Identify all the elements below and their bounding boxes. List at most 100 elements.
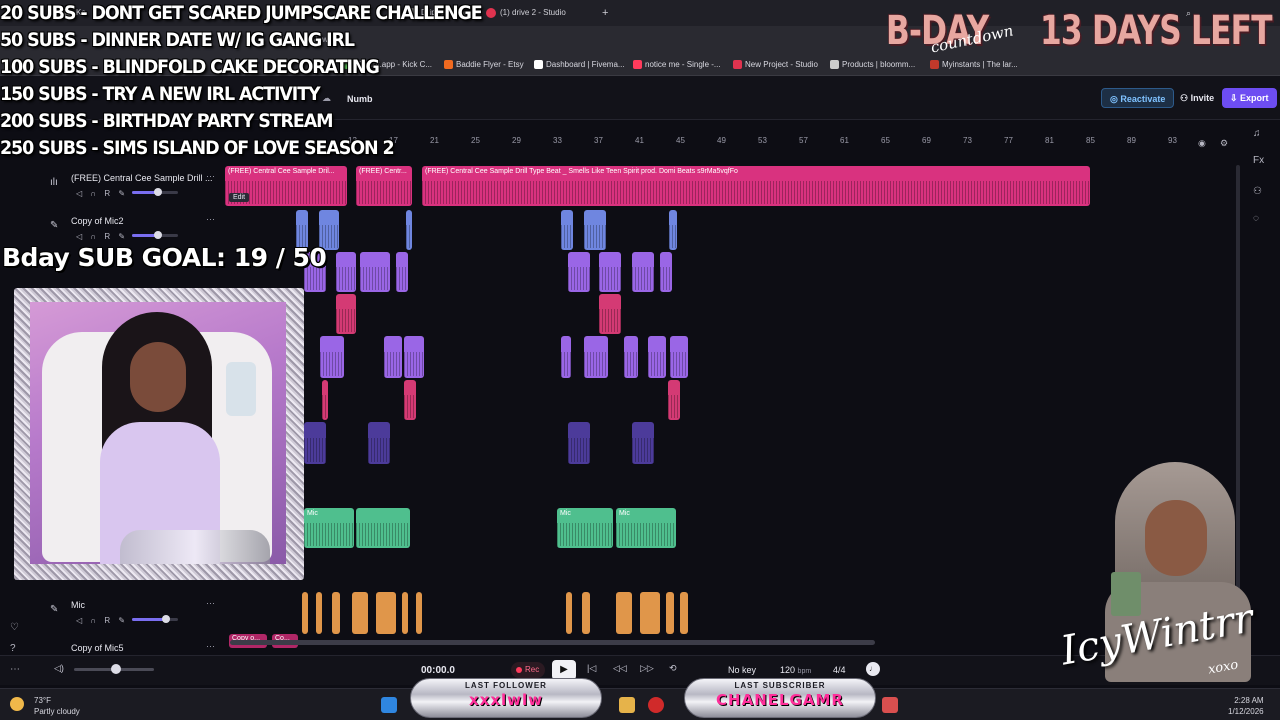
track-volume-slider[interactable] — [132, 615, 178, 623]
audio-clip[interactable]: Mic — [557, 508, 613, 548]
bookmark-item[interactable]: Products | bloomm... — [830, 60, 915, 69]
record-icon[interactable]: ◉ — [1198, 138, 1206, 149]
volume-knob[interactable] — [162, 615, 170, 623]
audio-clip[interactable] — [384, 336, 402, 378]
app-icon[interactable] — [882, 697, 898, 713]
audio-clip[interactable] — [336, 294, 356, 334]
more-menu-icon[interactable]: ⋯ — [10, 664, 20, 675]
audio-clip[interactable] — [404, 336, 424, 378]
project-name[interactable]: Numb — [347, 94, 373, 104]
volume-knob[interactable] — [154, 188, 162, 196]
audio-clip[interactable] — [669, 210, 677, 250]
audio-clip[interactable] — [316, 592, 322, 634]
timeline[interactable]: (FREE) Central Cee Sample Dril... (FREE)… — [222, 158, 1232, 648]
audio-clip[interactable] — [416, 592, 422, 634]
track-header-mic[interactable]: ✎ Mic ⋯ ◁ ∩ R ✎ — [40, 598, 220, 640]
fast-forward-icon[interactable]: ▷▷ — [640, 663, 654, 674]
audio-clip[interactable] — [568, 422, 590, 464]
audio-clip[interactable] — [402, 592, 408, 634]
audio-clip[interactable]: Mic — [356, 508, 410, 548]
music-note-icon[interactable]: ♫ — [1253, 128, 1261, 139]
audio-clip[interactable] — [404, 380, 416, 420]
audio-clip[interactable] — [624, 336, 638, 378]
audio-clip[interactable] — [320, 336, 344, 378]
speaker-icon[interactable]: ◁) — [54, 663, 64, 674]
audio-clip[interactable] — [332, 592, 340, 634]
system-clock[interactable]: 2:28 AM 1/12/2026 — [1228, 695, 1264, 717]
audio-clip[interactable] — [396, 252, 408, 292]
new-tab-button[interactable]: + — [598, 4, 608, 22]
loop-icon[interactable]: ⟲ — [669, 663, 677, 674]
track-header-sample[interactable]: ılı (FREE) Central Cee Sample Drill ... … — [40, 171, 220, 213]
audio-clip[interactable]: (FREE) Central Cee Sample Drill Type Bea… — [422, 166, 1090, 206]
track-controls[interactable]: ◁ ∩ R ✎ — [76, 616, 128, 625]
audio-clip[interactable] — [302, 592, 308, 634]
browser-tab-active[interactable]: (1) drive 2 - Studio — [484, 4, 566, 22]
audio-clip[interactable] — [632, 252, 654, 292]
track-controls[interactable]: ◁ ∩ R ✎ — [76, 189, 128, 198]
audio-clip[interactable] — [670, 336, 688, 378]
track-controls[interactable]: ◁ ∩ R ✎ — [76, 232, 128, 241]
more-icon[interactable]: ⋯ — [206, 598, 215, 609]
audio-clip[interactable] — [566, 592, 572, 634]
audio-clip[interactable] — [352, 592, 368, 634]
more-icon[interactable]: ⋯ — [206, 171, 215, 182]
audio-clip[interactable] — [680, 592, 688, 634]
audio-clip[interactable] — [360, 252, 390, 292]
audio-clip[interactable]: Mic — [304, 508, 354, 548]
audio-clip[interactable] — [368, 422, 390, 464]
horizontal-scrollbar[interactable] — [230, 640, 875, 645]
more-icon[interactable]: ⋯ — [206, 214, 215, 225]
bookmark-item[interactable]: New Project - Studio — [733, 60, 818, 69]
audio-clip[interactable] — [582, 592, 590, 634]
audio-clip[interactable] — [599, 294, 621, 334]
heart-icon[interactable]: ♡ — [10, 622, 19, 633]
skip-start-icon[interactable]: |◁ — [587, 663, 596, 674]
file-explorer-icon[interactable] — [619, 697, 635, 713]
audio-clip[interactable] — [640, 592, 660, 634]
track-volume-slider[interactable] — [132, 188, 178, 196]
audio-clip[interactable] — [376, 592, 396, 634]
people-icon[interactable]: ⚇ — [1253, 186, 1262, 197]
audio-clip[interactable] — [660, 252, 672, 292]
audio-clip[interactable] — [561, 210, 573, 250]
audio-clip[interactable] — [304, 422, 326, 464]
export-button[interactable]: ⇩ Export — [1222, 88, 1277, 108]
help-icon[interactable]: ? — [10, 643, 16, 654]
volume-knob[interactable] — [154, 231, 162, 239]
invite-button[interactable]: ⚇ Invite — [1172, 88, 1222, 108]
bookmark-item[interactable]: Myinstants | The lar... — [930, 60, 1018, 69]
chat-icon[interactable]: ◌ — [1253, 213, 1259, 224]
master-volume-knob[interactable] — [111, 664, 121, 674]
master-volume-slider[interactable] — [74, 664, 154, 674]
bookmark-item[interactable]: Dashboard | Fivema... — [534, 60, 625, 69]
metronome-icon[interactable]: ♩ — [866, 662, 880, 676]
audio-clip[interactable]: Mic — [616, 508, 676, 548]
fx-icon[interactable]: Fx — [1253, 155, 1264, 166]
edit-button[interactable]: Edit — [229, 193, 250, 202]
audio-clip[interactable]: (FREE) Centr... — [356, 166, 412, 206]
reactivate-button[interactable]: ◎ Reactivate — [1101, 88, 1175, 108]
audio-clip[interactable] — [599, 252, 621, 292]
audio-clip[interactable] — [648, 336, 666, 378]
audio-clip[interactable] — [406, 210, 412, 250]
settings-icon[interactable]: ⚙ — [1220, 138, 1228, 149]
audio-clip[interactable] — [632, 422, 654, 464]
key-display[interactable]: No key — [728, 665, 756, 675]
record-button[interactable]: Rec — [511, 662, 546, 678]
windows-start-icon[interactable] — [381, 697, 397, 713]
audio-clip[interactable] — [616, 592, 632, 634]
audio-clip[interactable] — [584, 336, 608, 378]
audio-clip[interactable] — [584, 210, 606, 250]
more-icon[interactable]: ⋯ — [206, 641, 215, 652]
time-signature[interactable]: 4/4 — [833, 665, 846, 675]
audio-clip[interactable] — [561, 336, 571, 378]
rewind-icon[interactable]: ◁◁ — [613, 663, 627, 674]
audio-clip[interactable] — [322, 380, 328, 420]
tempo-display[interactable]: 120 bpm — [780, 665, 811, 675]
bookmark-item[interactable]: Baddie Flyer - Etsy — [444, 60, 524, 69]
bookmark-item[interactable]: notice me - Single -... — [633, 60, 721, 69]
opera-gx-icon[interactable] — [648, 697, 664, 713]
audio-clip[interactable] — [568, 252, 590, 292]
track-volume-slider[interactable] — [132, 231, 178, 239]
